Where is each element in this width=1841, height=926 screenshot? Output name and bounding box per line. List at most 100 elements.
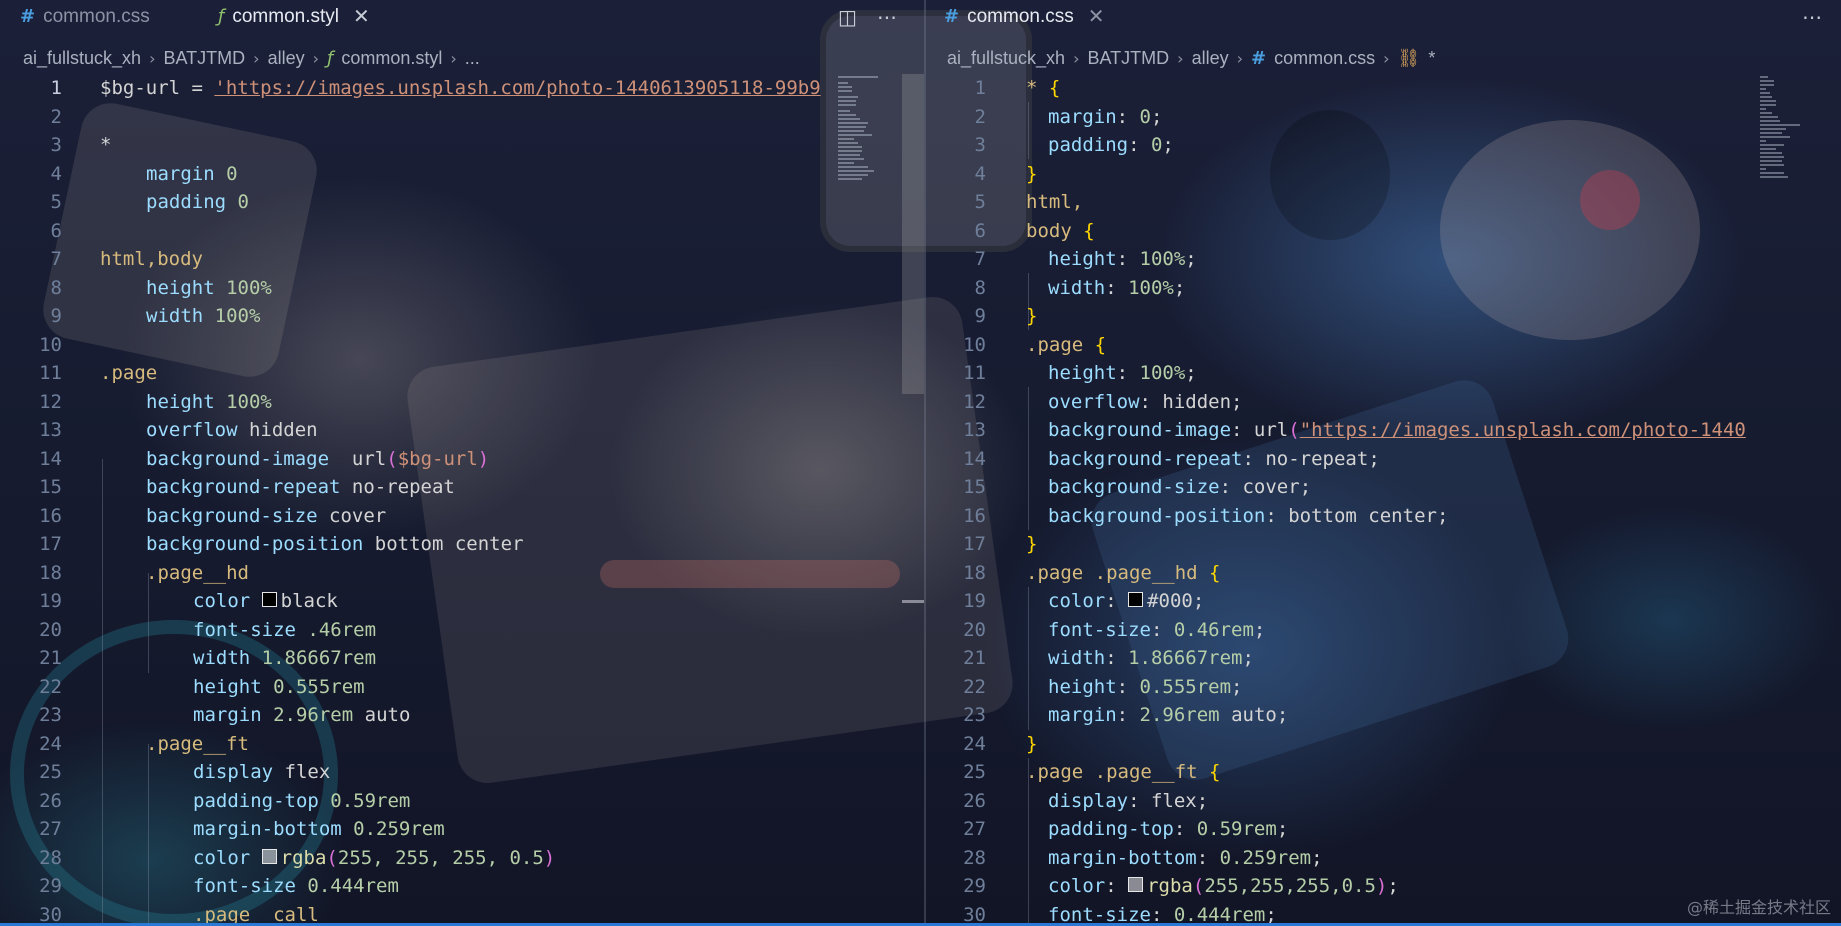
close-icon[interactable]: ✕ (353, 4, 370, 29)
scrollbar-cursor-marker (902, 600, 924, 603)
line-number: 8 (974, 276, 986, 299)
code-editor[interactable]: 1 * { 2 margin: 0; 3 padding: 0; 4} 5 html, … (926, 74, 1841, 926)
split-editor-icon[interactable]: ◫ (838, 5, 857, 29)
line-number: 7 (50, 248, 62, 270)
breadcrumb-item[interactable]: common.styl (341, 48, 442, 69)
line-number: 12 (39, 390, 62, 413)
line-number: 26 (963, 789, 986, 812)
line-number: 3 (974, 134, 986, 156)
chevron-right-icon: › (1177, 48, 1184, 68)
line-number: 12 (963, 390, 986, 413)
line-number: 9 (974, 305, 986, 327)
line-number: 17 (39, 533, 62, 555)
line-number: 24 (39, 732, 62, 755)
breadcrumb-item[interactable]: ai_fullstuck_xh (947, 48, 1065, 69)
line-number: 15 (39, 476, 62, 498)
breadcrumb-item[interactable]: * (1428, 48, 1435, 69)
line-number: 22 (39, 675, 62, 698)
color-swatch-icon[interactable] (261, 848, 277, 864)
line-number: 26 (39, 789, 62, 812)
line-number: 27 (963, 818, 986, 840)
line-number: 16 (39, 504, 62, 527)
line-number: 20 (963, 618, 986, 641)
close-icon[interactable]: ✕ (1088, 4, 1105, 29)
line-number: 21 (963, 647, 986, 669)
tab-label: common.css (967, 5, 1074, 27)
line-number: 6 (974, 219, 986, 242)
line-number: 8 (50, 276, 62, 299)
indent-guide (1028, 387, 1029, 530)
line-number: 2 (974, 105, 986, 128)
line-number: 19 (963, 590, 986, 612)
line-number: 1 (50, 77, 62, 99)
color-swatch-icon[interactable] (1128, 877, 1144, 892)
line-number: 25 (39, 761, 62, 783)
line-number: 19 (39, 590, 62, 612)
css-file-icon: # (1251, 47, 1267, 69)
editor-group-left: # common.css ƒ common.styl ✕ ◫ ⋯ ai_full… (0, 0, 924, 926)
breadcrumb-item[interactable]: ... (465, 48, 480, 69)
line-number: 4 (50, 162, 62, 185)
chevron-right-icon: › (253, 48, 260, 68)
line-number: 6 (50, 219, 62, 242)
line-number: 13 (39, 419, 62, 441)
line-number: 29 (963, 875, 986, 897)
chevron-right-icon: › (450, 48, 457, 68)
breadcrumb-item[interactable]: ai_fullstuck_xh (23, 48, 141, 69)
indent-guide (148, 573, 149, 673)
breadcrumb-item[interactable]: common.css (1274, 48, 1375, 69)
stylus-file-icon: ƒ (327, 47, 334, 69)
line-number: 10 (39, 333, 62, 356)
breadcrumb-item[interactable]: alley (1192, 48, 1229, 69)
line-number: 29 (39, 875, 62, 897)
chevron-right-icon: › (1236, 48, 1243, 68)
css-file-icon: # (944, 6, 960, 27)
line-number: 28 (963, 846, 986, 869)
editor-actions: ◫ ⋯ (838, 0, 897, 33)
breadcrumb-item[interactable]: alley (268, 48, 305, 69)
tab-common-css[interactable]: # common.css (20, 0, 150, 33)
line-number: 11 (39, 362, 62, 384)
editor-group-right: # common.css ✕ ⋯ ai_fullstuck_xh › BATJT… (926, 0, 1841, 926)
tab-bar: # common.css ƒ common.styl ✕ ◫ ⋯ (0, 0, 924, 33)
line-number: 27 (39, 818, 62, 840)
line-number: 3 (50, 134, 62, 156)
line-number: 5 (50, 191, 62, 213)
vertical-scrollbar[interactable] (902, 74, 924, 394)
minimap[interactable] (838, 74, 900, 184)
tab-common-css[interactable]: # common.css ✕ (944, 0, 1105, 33)
line-number: 14 (39, 447, 62, 470)
color-swatch-icon[interactable] (1128, 592, 1144, 607)
line-number: 10 (963, 333, 986, 356)
indent-guide (102, 459, 103, 926)
indent-guide (148, 744, 149, 926)
css-file-icon: # (20, 6, 36, 27)
line-number: 9 (50, 305, 62, 327)
chevron-right-icon: › (1073, 48, 1080, 68)
more-actions-icon[interactable]: ⋯ (877, 5, 897, 29)
watermark: @稀土掘金技术社区 (1686, 898, 1831, 917)
line-number: 24 (963, 732, 986, 755)
symbol-structure-icon: ⛓ (1397, 47, 1421, 69)
minimap[interactable] (1760, 74, 1822, 184)
line-number: 25 (963, 761, 986, 783)
breadcrumb-item[interactable]: BATJTMD (1087, 48, 1169, 69)
stylus-file-icon: ƒ (218, 6, 225, 27)
code-editor[interactable]: 1 $bg-url = 'https://images.unsplash.com/… (0, 74, 924, 926)
line-number: 2 (50, 105, 62, 128)
tab-common-styl[interactable]: ƒ common.styl ✕ (218, 0, 370, 33)
breadcrumb-item[interactable]: BATJTMD (163, 48, 245, 69)
color-swatch-icon[interactable] (261, 592, 277, 607)
indent-guide (1028, 102, 1029, 159)
line-number: 20 (39, 618, 62, 641)
line-number: 28 (39, 846, 62, 869)
line-number: 7 (974, 248, 986, 270)
editor-actions: ⋯ (1802, 0, 1822, 33)
line-number: 18 (963, 561, 986, 584)
line-number: 5 (974, 191, 986, 213)
line-number: 23 (39, 704, 62, 726)
line-number: 4 (974, 162, 986, 185)
chevron-right-icon: › (1383, 48, 1390, 68)
more-actions-icon[interactable]: ⋯ (1802, 5, 1822, 29)
chevron-right-icon: › (312, 48, 319, 68)
